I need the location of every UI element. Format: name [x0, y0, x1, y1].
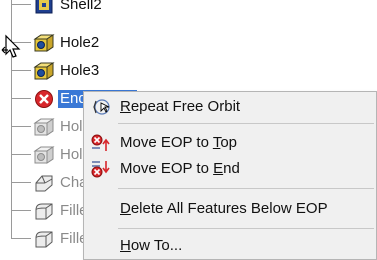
drag-cursor-icon: [1, 34, 21, 58]
menu-item-move-eop-to-end[interactable]: Move EOP to End: [84, 156, 376, 182]
context-menu: Repeat Free Orbit Move EOP to Top Move E…: [83, 91, 377, 260]
menu-item-label: Delete All Features Below EOP: [120, 200, 328, 217]
tree-item-hole2[interactable]: Hole2: [0, 30, 160, 56]
hole-feature-icon: [33, 118, 55, 136]
menu-separator: [118, 123, 374, 124]
shell-feature-icon: [35, 0, 53, 14]
free-orbit-icon: [93, 99, 110, 115]
tree-item-label: Hole2: [60, 34, 100, 51]
menu-item-how-to[interactable]: How To...: [84, 233, 376, 259]
move-eop-top-icon: [91, 134, 110, 151]
tree-item-label: Hole3: [60, 62, 100, 79]
menu-item-repeat-free-orbit[interactable]: Repeat Free Orbit: [84, 94, 376, 120]
hole-feature-icon: [33, 62, 55, 80]
menu-item-label: Move EOP to End: [120, 160, 240, 177]
menu-item-move-eop-to-top[interactable]: Move EOP to Top: [84, 130, 376, 156]
menu-separator: [118, 228, 374, 229]
menu-item-label: How To...: [120, 237, 183, 254]
menu-item-label: Repeat Free Orbit: [120, 98, 241, 115]
fillet-feature-icon: [35, 203, 53, 220]
tree-item-shell2[interactable]: Shell2: [0, 0, 160, 18]
tree-item-label: Shell2: [60, 0, 102, 13]
hole-feature-icon: [33, 146, 55, 164]
browser-panel: Shell2 Hole2 Hole3 End Hole4 Hole5 Fille…: [0, 0, 377, 260]
menu-item-label: Move EOP to Top: [120, 134, 238, 151]
hole-feature-icon: [33, 34, 55, 52]
fillet-feature-icon: [35, 231, 53, 248]
tree-item-hole3[interactable]: Hole3: [0, 58, 160, 84]
menu-separator: [118, 188, 374, 189]
end-of-part-icon: [35, 90, 53, 108]
chamfer-feature-icon: [35, 175, 53, 192]
move-eop-end-icon: [91, 161, 110, 178]
menu-item-delete-all-features-below-eop[interactable]: Delete All Features Below EOP: [84, 196, 376, 222]
